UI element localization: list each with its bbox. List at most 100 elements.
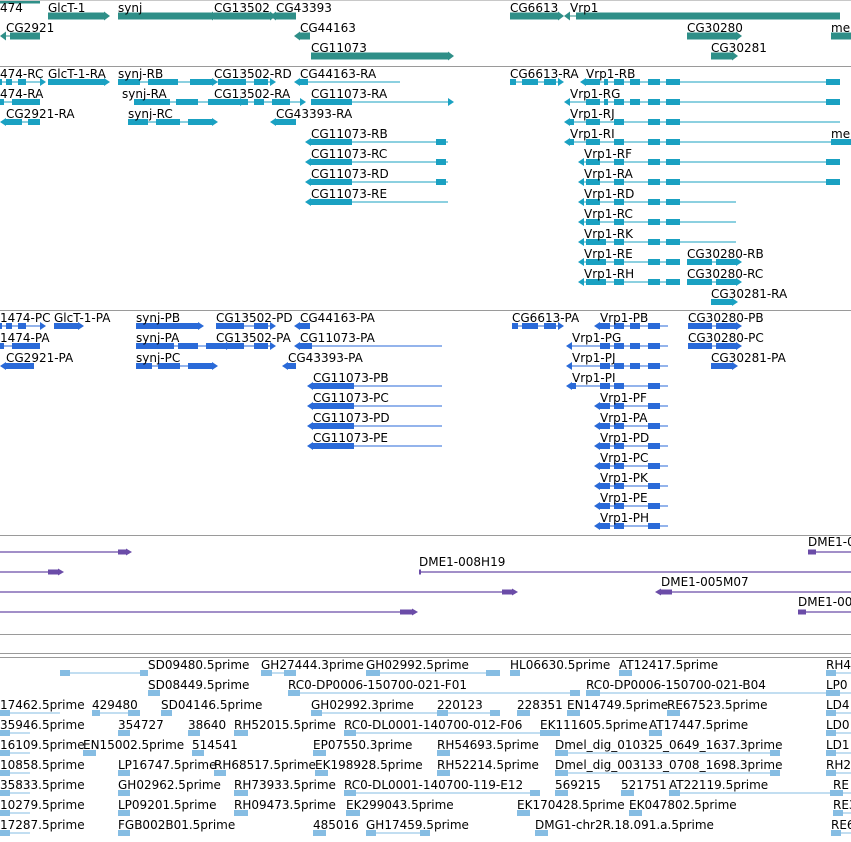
feature-label[interactable]: CG44163-PA <box>300 312 375 325</box>
feature-label[interactable]: Vrp1-PK <box>600 472 648 485</box>
feature-label[interactable]: synj-RC <box>128 108 173 121</box>
feature-label[interactable]: CG2921-PA <box>6 352 73 365</box>
feature-label[interactable]: 228351 <box>517 699 563 712</box>
feature-label[interactable]: 35833.5prime <box>0 779 85 792</box>
genome-browser-viewport[interactable]: 474 GlcT-1 synj CG13502 CG43393 CG6613 Vrp1 CG2… <box>0 0 851 842</box>
feature-label[interactable]: CG11073-PE <box>313 432 388 445</box>
feature-label[interactable]: CG11073-PC <box>313 392 389 405</box>
feature-label[interactable]: Vrp1-RK <box>584 228 633 241</box>
feature-label[interactable]: CG11073-RD <box>311 168 389 181</box>
feature-label[interactable]: EK198928.5prime <box>315 759 423 772</box>
feature-label[interactable]: CG13502-RA <box>214 88 290 101</box>
feature-label[interactable]: RC0-DL0001-140700-119-E12 <box>344 779 523 792</box>
feature-label[interactable]: EK047802.5prime <box>629 799 737 812</box>
feature-label[interactable]: GlcT-1 <box>48 2 85 15</box>
feature-label[interactable]: EK170428.5prime <box>517 799 625 812</box>
feature-label[interactable]: 10858.5prime <box>0 759 85 772</box>
feature-label[interactable]: RC0-DP0006-150700-021-F01 <box>288 679 467 692</box>
feature-label[interactable]: 38640 <box>188 719 226 732</box>
feature-label[interactable]: CG30281 <box>711 42 767 55</box>
feature-label[interactable]: CG11073-PB <box>313 372 389 385</box>
clone-feature[interactable] <box>0 568 64 576</box>
feature-label[interactable]: mei <box>831 128 851 141</box>
feature-label[interactable]: RC0-DL0001-140700-012-F06 <box>344 719 522 732</box>
feature-label[interactable]: Vrp1-PB <box>600 312 648 325</box>
feature-label[interactable]: RE6 <box>831 819 851 832</box>
feature-label[interactable]: 17287.5prime <box>0 819 85 832</box>
feature-label[interactable]: CG2921 <box>6 22 54 35</box>
clone-feature[interactable] <box>808 549 851 555</box>
feature-label[interactable]: CG11073-RA <box>311 88 387 101</box>
feature-label[interactable]: CG30280-RC <box>687 268 763 281</box>
feature-label[interactable]: RH09473.5prime <box>234 799 336 812</box>
feature-label[interactable]: synj-RB <box>118 68 163 81</box>
feature-label[interactable]: 485016 <box>313 819 359 832</box>
clone-feature[interactable] <box>0 608 418 616</box>
feature-label[interactable]: synj-RA <box>122 88 167 101</box>
feature-label[interactable]: FGB002B01.5prime <box>118 819 235 832</box>
feature-label[interactable]: CG30280 <box>687 22 743 35</box>
feature-label[interactable]: 514541 <box>192 739 238 752</box>
feature-label[interactable]: DMG1-chr2R.18.091.a.5prime <box>535 819 714 832</box>
feature-label[interactable]: 35946.5prime <box>0 719 85 732</box>
feature-label[interactable]: Vrp1-RC <box>584 208 633 221</box>
feature-label[interactable]: RH4 <box>826 659 851 672</box>
feature-label[interactable]: Vrp1-PG <box>572 332 621 345</box>
feature-label[interactable]: CG11073-RC <box>311 148 387 161</box>
feature-label[interactable]: CG44163 <box>300 22 356 35</box>
feature-label[interactable]: RE <box>833 779 849 792</box>
feature-label[interactable]: GlcT-1-RA <box>48 68 106 81</box>
feature-label[interactable]: synj <box>118 2 142 15</box>
feature-label[interactable]: CG6613-RA <box>510 68 579 81</box>
feature-label[interactable]: RH73933.5prime <box>234 779 336 792</box>
feature-label[interactable]: 474 <box>0 2 23 15</box>
feature-label[interactable]: AT22119.5prime <box>669 779 768 792</box>
feature-label[interactable]: RE67523.5prime <box>667 699 768 712</box>
feature-label[interactable]: DME1-00 <box>798 596 851 609</box>
feature-label[interactable]: CG30280-PB <box>688 312 764 325</box>
feature-label[interactable]: 521751 <box>621 779 667 792</box>
feature-label[interactable]: LP16747.5prime <box>118 759 217 772</box>
feature-label[interactable]: Vrp1-RF <box>584 148 632 161</box>
feature-label[interactable]: CG43393-PA <box>288 352 363 365</box>
feature-label[interactable]: Vrp1-PH <box>600 512 649 525</box>
feature-label[interactable]: CG43393-RA <box>276 108 352 121</box>
feature-label[interactable]: 1474-PA <box>0 332 50 345</box>
feature-label[interactable]: SD09480.5prime <box>148 659 249 672</box>
feature-label[interactable]: Vrp1-RH <box>584 268 634 281</box>
clone-feature[interactable] <box>798 609 851 615</box>
feature-label[interactable]: CG2921-RA <box>6 108 75 121</box>
feature-label[interactable]: Vrp1-PI <box>572 372 616 385</box>
feature-label[interactable]: GH27444.3prime <box>261 659 364 672</box>
feature-label[interactable]: LP0 <box>826 679 848 692</box>
feature-label[interactable]: EK111605.5prime <box>540 719 648 732</box>
est-feature[interactable] <box>60 670 148 676</box>
feature-label[interactable]: 16109.5prime <box>0 739 85 752</box>
feature-label[interactable]: HL06630.5prime <box>510 659 610 672</box>
feature-label[interactable]: CG30281-PA <box>711 352 786 365</box>
feature-label[interactable]: EN15002.5prime <box>83 739 184 752</box>
feature-label[interactable]: Dmel_dig_003133_0708_1698.3prime <box>555 759 783 772</box>
feature-label[interactable]: CG11073-PD <box>313 412 390 425</box>
feature-label[interactable]: CG43393 <box>276 2 332 15</box>
feature-label[interactable]: RH52015.5prime <box>234 719 336 732</box>
feature-label[interactable]: CG11073-PA <box>300 332 375 345</box>
feature-label[interactable]: 17462.5prime <box>0 699 85 712</box>
feature-label[interactable]: Vrp1-PF <box>600 392 647 405</box>
feature-label[interactable]: Vrp1-RD <box>584 188 634 201</box>
feature-label[interactable]: GlcT-1-PA <box>54 312 110 325</box>
feature-label[interactable]: CG13502-PD <box>216 312 293 325</box>
feature-label[interactable]: CG30280-PC <box>688 332 764 345</box>
feature-label[interactable]: Vrp1-PC <box>600 452 648 465</box>
feature-label[interactable]: 474-RA <box>0 88 43 101</box>
feature-label[interactable]: LD4 <box>826 699 850 712</box>
feature-label[interactable]: CG6613-PA <box>512 312 579 325</box>
feature-label[interactable]: AT17447.5prime <box>649 719 748 732</box>
feature-label[interactable]: CG11073-RE <box>311 188 387 201</box>
feature-label[interactable]: synj-PC <box>136 352 180 365</box>
feature-label[interactable]: 474-RC <box>0 68 43 81</box>
feature-label[interactable]: Vrp1-RI <box>570 128 615 141</box>
feature-label[interactable]: 10279.5prime <box>0 799 85 812</box>
clone-feature[interactable] <box>0 548 132 556</box>
feature-label[interactable]: GH02992.3prime <box>311 699 414 712</box>
